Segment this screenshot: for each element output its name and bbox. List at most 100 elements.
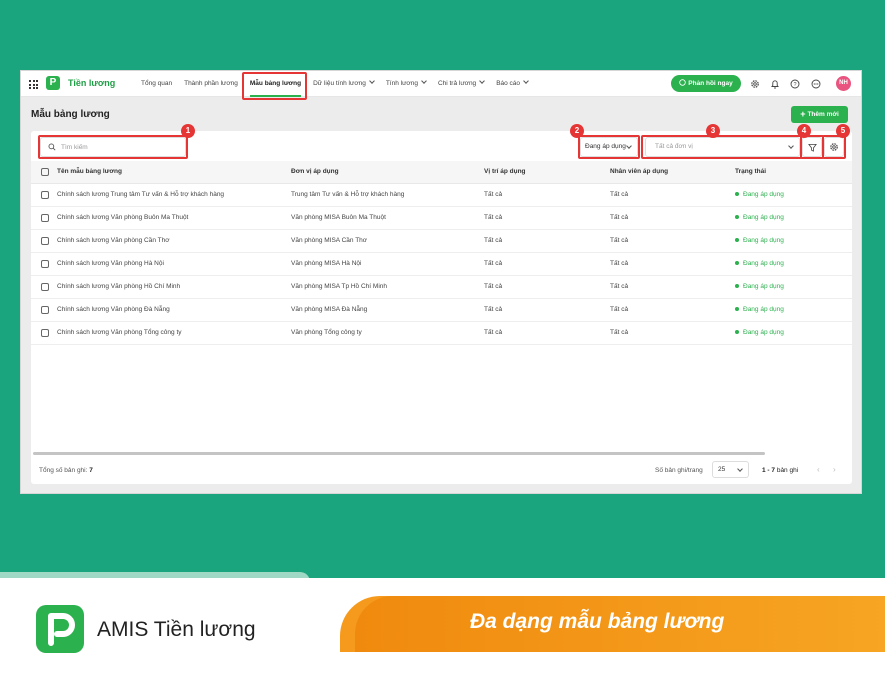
- prev-page-icon[interactable]: ‹: [817, 465, 820, 474]
- more-icon[interactable]: [810, 78, 821, 89]
- template-name-cell[interactable]: Chính sách lương Văn phòng Hồ Chí Minh: [57, 275, 291, 299]
- nav-label: Tính lương: [385, 80, 418, 87]
- template-name-cell[interactable]: Chính sách lương Văn phòng Tổng công ty: [57, 321, 291, 345]
- template-name-cell[interactable]: Chính sách lương Văn phòng Hà Nội: [57, 252, 291, 276]
- settings-gear-icon[interactable]: [749, 78, 760, 89]
- chevron-down-icon: [421, 78, 427, 84]
- unit-cell: Văn phòng MISA Tp Hồ Chí Minh: [291, 275, 484, 299]
- unit-cell: Văn phòng Tổng công ty: [291, 321, 484, 345]
- nav-item-overview[interactable]: Tổng quan: [135, 71, 178, 97]
- next-page-icon[interactable]: ›: [833, 465, 836, 474]
- step-marker-4: 4: [797, 124, 811, 138]
- unit-cell: Văn phòng MISA Buôn Ma Thuột: [291, 206, 484, 230]
- row-checkbox[interactable]: [41, 236, 49, 245]
- range-suffix: bản ghi: [776, 467, 799, 474]
- status-text: Đang áp dụng: [743, 191, 784, 198]
- template-name-cell[interactable]: Chính sách lương Văn phòng Đà Nẵng: [57, 298, 291, 322]
- position-cell: Tất cả: [484, 229, 610, 253]
- record-range: 1 - 7 bản ghi: [762, 467, 798, 474]
- feedback-button[interactable]: Phản hồi ngay: [671, 75, 741, 92]
- chevron-down-icon: [737, 466, 743, 472]
- nav-label: Dữ liệu tính lương: [313, 80, 366, 87]
- step-marker-1: 1: [181, 124, 195, 138]
- table-row[interactable]: Chính sách lương Văn phòng Hà Nội Văn ph…: [31, 252, 852, 276]
- table-row[interactable]: Chính sách lương Văn phòng Đà Nẵng Văn p…: [31, 298, 852, 322]
- column-header-template-name[interactable]: Tên mẫu bảng lương: [57, 161, 291, 184]
- highlight-box-search: [38, 135, 188, 159]
- position-cell: Tất cả: [484, 183, 610, 207]
- plus-icon: +: [800, 109, 806, 119]
- position-cell: Tất cả: [484, 298, 610, 322]
- range-value: 1 - 7: [762, 467, 776, 474]
- status-cell: Đang áp dụng: [735, 298, 852, 322]
- table-row[interactable]: Chính sách lương Văn phòng Buôn Ma Thuột…: [31, 206, 852, 230]
- status-dot-icon: [735, 238, 739, 243]
- per-page-value: 25: [718, 466, 726, 473]
- row-checkbox-cell: [31, 321, 57, 345]
- employee-cell: Tất cả: [610, 298, 735, 322]
- app-name: Tiền lương: [68, 78, 116, 88]
- user-avatar[interactable]: NH: [836, 76, 851, 91]
- template-name-cell[interactable]: Chính sách lương Văn phòng Cần Thơ: [57, 229, 291, 253]
- column-header-position[interactable]: Vị trí áp dụng: [484, 161, 610, 184]
- brand-name: AMIS Tiền lương: [97, 618, 256, 641]
- highlight-box-status: [578, 135, 640, 159]
- row-checkbox[interactable]: [41, 328, 49, 337]
- payroll-templates-table: Tên mẫu bảng lương Đơn vị áp dụng Vị trí…: [31, 161, 852, 345]
- unit-cell: Trung tâm Tư vấn & Hỗ trợ khách hàng: [291, 183, 484, 207]
- per-page-label: Số bản ghi/trang: [655, 467, 703, 474]
- app-window: P Tiền lương Tổng quan Thành phần lương …: [20, 70, 862, 494]
- horizontal-scrollbar[interactable]: [33, 452, 765, 455]
- table-row[interactable]: Chính sách lương Văn phòng Tổng công ty …: [31, 321, 852, 345]
- highlight-box-settings: [822, 135, 846, 159]
- select-all-checkbox[interactable]: [41, 167, 49, 176]
- row-checkbox[interactable]: [41, 190, 49, 199]
- help-icon[interactable]: ?: [789, 78, 800, 89]
- status-dot-icon: [735, 192, 739, 197]
- unit-cell: Văn phòng MISA Cần Thơ: [291, 229, 484, 253]
- status-dot-icon: [735, 284, 739, 289]
- employee-cell: Tất cả: [610, 183, 735, 207]
- status-cell: Đang áp dụng: [735, 275, 852, 299]
- amis-p-logo-icon: [48, 613, 75, 646]
- highlight-box-unit: [641, 135, 802, 159]
- status-dot-icon: [735, 261, 739, 266]
- row-checkbox[interactable]: [41, 305, 49, 314]
- employee-cell: Tất cả: [610, 252, 735, 276]
- unit-cell: Văn phòng MISA Đà Nẵng: [291, 298, 484, 322]
- nav-item-salary-components[interactable]: Thành phần lương: [178, 71, 244, 97]
- nav-label: Báo cáo: [496, 80, 521, 87]
- status-cell: Đang áp dụng: [735, 321, 852, 345]
- table-header-row: Tên mẫu bảng lương Đơn vị áp dụng Vị trí…: [31, 161, 852, 184]
- table-row[interactable]: Chính sách lương Văn phòng Cần Thơ Văn p…: [31, 229, 852, 253]
- template-name-cell[interactable]: Chính sách lương Trung tâm Tư vấn & Hỗ t…: [57, 183, 291, 207]
- row-checkbox[interactable]: [41, 213, 49, 222]
- step-marker-5: 5: [836, 124, 850, 138]
- nav-item-calculate-salary[interactable]: Tính lương: [380, 71, 432, 97]
- column-header-status[interactable]: Trạng thái: [735, 161, 852, 184]
- status-cell: Đang áp dụng: [735, 252, 852, 276]
- table-row[interactable]: Chính sách lương Trung tâm Tư vấn & Hỗ t…: [31, 183, 852, 207]
- slogan-text: Đa dạng mẫu bảng lương: [470, 610, 725, 633]
- row-checkbox[interactable]: [41, 282, 49, 291]
- per-page-select[interactable]: 25: [712, 461, 749, 478]
- status-text: Đang áp dụng: [743, 283, 784, 290]
- nav-item-payroll-data[interactable]: Dữ liệu tính lương: [307, 71, 380, 97]
- add-new-button[interactable]: + Thêm mới: [791, 106, 848, 123]
- row-checkbox-cell: [31, 206, 57, 230]
- step-marker-3: 3: [706, 124, 720, 138]
- nav-item-salary-payment[interactable]: Chi trả lương: [432, 71, 490, 97]
- table-row[interactable]: Chính sách lương Văn phòng Hồ Chí Minh V…: [31, 275, 852, 299]
- column-header-unit[interactable]: Đơn vị áp dụng: [291, 161, 484, 184]
- row-checkbox[interactable]: [41, 259, 49, 268]
- svg-text:?: ?: [793, 82, 796, 88]
- position-cell: Tất cả: [484, 252, 610, 276]
- template-name-cell[interactable]: Chính sách lương Văn phòng Buôn Ma Thuột: [57, 206, 291, 230]
- app-grid-icon[interactable]: [29, 80, 38, 89]
- bell-icon[interactable]: [769, 78, 780, 89]
- page-title: Mẫu bảng lương: [31, 109, 110, 120]
- column-header-employee[interactable]: Nhân viên áp dụng: [610, 161, 735, 184]
- row-checkbox-cell: [31, 229, 57, 253]
- position-cell: Tất cả: [484, 206, 610, 230]
- nav-item-reports[interactable]: Báo cáo: [490, 71, 534, 97]
